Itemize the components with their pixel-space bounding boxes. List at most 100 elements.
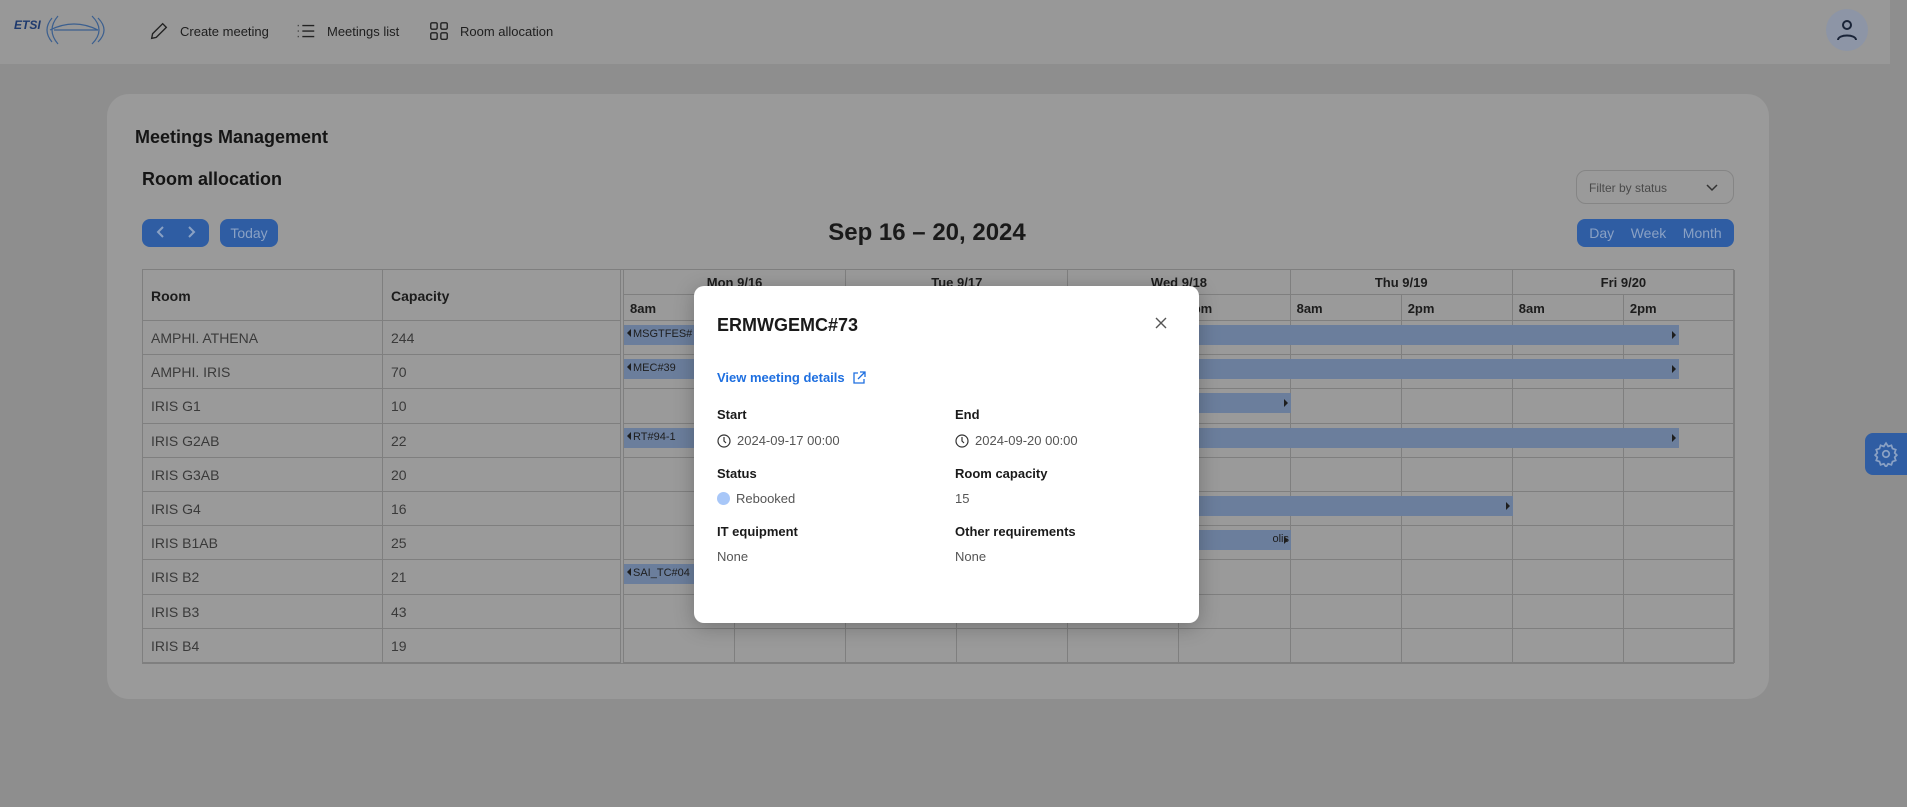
row-divider [624, 627, 1734, 629]
room-capacity-value: 15 [955, 491, 970, 506]
event-label: MEC#39 [633, 362, 676, 375]
room-name-cell: IRIS B4 [143, 628, 383, 663]
room-name-cell: IRIS G3AB [143, 457, 383, 492]
modal-title: ERMWGEMC#73 [717, 315, 859, 335]
nav-room-allocation[interactable]: Room allocation [428, 20, 553, 42]
nav-label: Meetings list [327, 23, 400, 39]
column-header-capacity: Capacity [383, 270, 621, 321]
other-requirements-label: Other requirements [955, 524, 1076, 539]
day-header: Fri 9/20 [1512, 270, 1735, 295]
capacity-cell: 16 [383, 492, 621, 527]
close-button[interactable] [1155, 316, 1167, 334]
pencil-icon [150, 22, 168, 40]
end-label: End [955, 407, 980, 422]
room-name-cell: IRIS B2 [143, 560, 383, 595]
nav-create-meeting[interactable]: Create meeting [148, 20, 269, 42]
list-icon [297, 24, 315, 38]
capacity-cell: 244 [383, 321, 621, 356]
other-requirements-value: None [955, 549, 987, 564]
start-label: Start [717, 407, 747, 422]
room-name-cell: IRIS B3 [143, 594, 383, 629]
it-equipment-value: None [717, 549, 749, 564]
etsi-logo[interactable]: ETSI [14, 12, 110, 48]
prev-next-group [142, 219, 209, 247]
status-text: Rebooked [736, 491, 796, 506]
day-header: Thu 9/19 [1290, 270, 1513, 295]
room-name-cell: IRIS G1 [143, 389, 383, 424]
room-name-cell: AMPHI. IRIS [143, 355, 383, 390]
capacity-cell: 22 [383, 423, 621, 458]
nav-meetings-list[interactable]: Meetings list [295, 20, 399, 42]
status-label: Status [717, 466, 757, 481]
status-filter-select[interactable]: Filter by status [1576, 170, 1734, 204]
end-text: 2024-09-20 00:00 [975, 433, 1078, 448]
close-icon [1155, 317, 1167, 329]
event-label: RT#94-1 [633, 430, 676, 443]
continues-right-icon [1283, 399, 1288, 408]
capacity-cell: 70 [383, 355, 621, 390]
start-text: 2024-09-17 00:00 [737, 433, 840, 448]
continues-left-icon [627, 329, 631, 337]
continues-right-icon [1283, 536, 1288, 545]
room-name-cell: IRIS B1AB [143, 526, 383, 561]
nav-label: Room allocation [460, 23, 554, 39]
capacity-cell: 20 [383, 457, 621, 492]
status-dot [717, 492, 730, 505]
view-meeting-details-link[interactable]: View meeting details [717, 370, 866, 385]
it-equipment-label: IT equipment [717, 524, 798, 539]
grid-icon [430, 22, 448, 40]
gear-icon [1873, 441, 1899, 467]
row-divider [624, 662, 1734, 663]
nav-label: Create meeting [180, 23, 269, 39]
link-text: View meeting details [717, 370, 845, 385]
continues-right-icon [1505, 502, 1510, 510]
column-header-room: Room [143, 270, 383, 321]
svg-text:ETSI: ETSI [14, 18, 41, 32]
slot-header: 2pm [1623, 295, 1735, 321]
clock-icon [955, 433, 969, 448]
start-value: 2024-09-17 00:00 [717, 433, 840, 448]
view-month-button[interactable]: Month [1683, 225, 1722, 241]
view-week-button[interactable]: Week [1631, 225, 1667, 241]
event-label: MSGTFES# [633, 328, 693, 340]
continues-left-icon [627, 568, 631, 577]
status-value: Rebooked [717, 491, 795, 506]
event-label: SAI_TC#04 [633, 567, 690, 580]
capacity-cell: 21 [383, 560, 621, 595]
chevron-left-icon [156, 225, 164, 238]
capacity-cell: 10 [383, 389, 621, 424]
meeting-details-modal: ERMWGEMC#73 View meeting details Start 2… [694, 286, 1199, 623]
capacity-cell: 43 [383, 594, 621, 629]
date-range-title: Sep 16 – 20, 2024 [828, 219, 1026, 246]
slot-header: 2pm [1401, 295, 1513, 321]
clock-icon [717, 433, 731, 448]
room-name-cell: IRIS G4 [143, 492, 383, 527]
external-link-icon [852, 370, 866, 384]
slot-header: 8am [1512, 295, 1624, 321]
chevron-down-icon [1706, 184, 1718, 192]
next-button[interactable] [185, 225, 197, 242]
chevron-right-icon [187, 225, 195, 238]
continues-left-icon [627, 363, 631, 372]
filter-placeholder: Filter by status [1589, 181, 1668, 195]
settings-button[interactable] [1865, 433, 1907, 475]
view-day-button[interactable]: Day [1589, 225, 1614, 241]
top-header: ETSI Create meeting Meetings list Room a… [0, 0, 1890, 64]
continues-right-icon [1672, 365, 1677, 374]
room-name-cell: IRIS G2AB [143, 423, 383, 458]
view-switcher: Day Week Month [1577, 219, 1734, 247]
capacity-cell: 25 [383, 526, 621, 561]
continues-left-icon [627, 431, 631, 440]
today-button[interactable]: Today [220, 219, 278, 247]
user-avatar-button[interactable] [1826, 9, 1868, 51]
section-title: Room allocation [142, 169, 283, 189]
continues-right-icon [1672, 331, 1677, 339]
capacity-cell: 19 [383, 628, 621, 663]
user-icon [1837, 20, 1857, 41]
page-title: Meetings Management [135, 127, 329, 147]
room-capacity-label: Room capacity [955, 466, 1048, 481]
slot-header: 8am [1290, 295, 1402, 321]
prev-button[interactable] [155, 225, 167, 242]
end-value: 2024-09-20 00:00 [955, 433, 1078, 448]
continues-right-icon [1672, 433, 1677, 442]
